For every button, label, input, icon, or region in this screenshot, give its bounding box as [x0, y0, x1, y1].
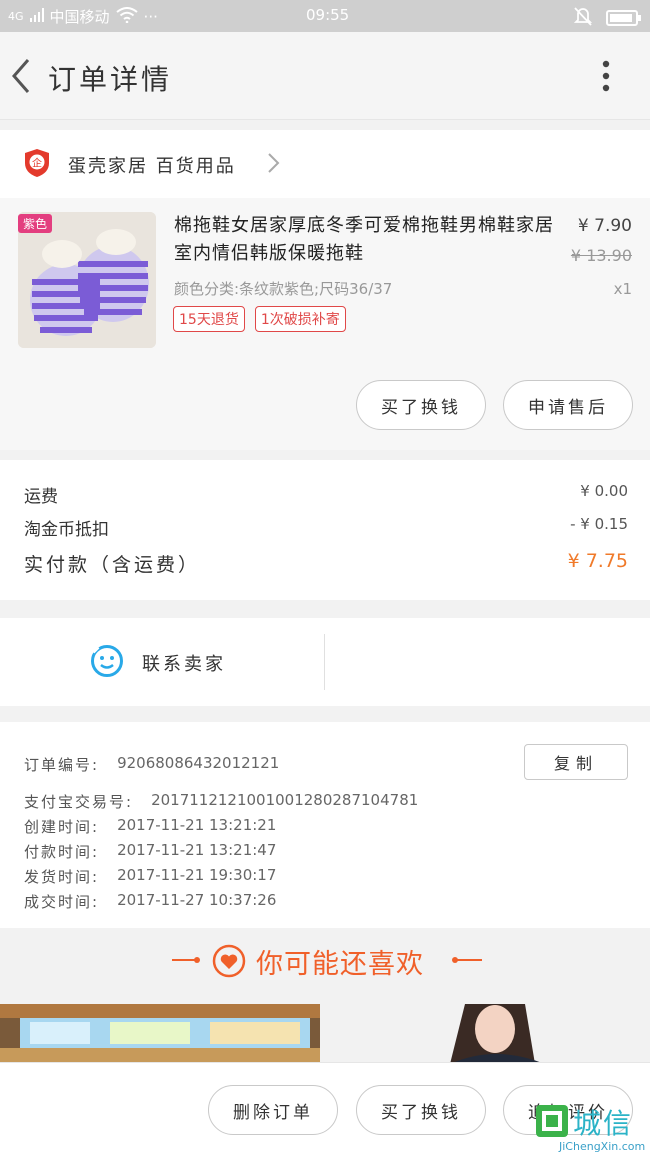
more-vertical-icon[interactable] [596, 56, 616, 96]
buy-again-button[interactable]: 买了换钱 [356, 1085, 486, 1135]
total-value: ¥ 7.75 [567, 550, 628, 572]
battery-icon [606, 10, 641, 26]
info-key: 成交时间: [24, 893, 100, 911]
coin-row: 淘金币抵扣 - ¥ 0.15 [24, 515, 628, 540]
paid-time-row: 付款时间: 2017-11-21 13:21:47 [24, 841, 276, 862]
wifi-icon [115, 6, 138, 27]
divider [456, 959, 482, 961]
mute-bell-icon [573, 6, 593, 30]
page-title: 订单详情 [48, 63, 173, 96]
shop-name: 蛋壳家居 百货用品 [68, 156, 236, 177]
copy-button[interactable]: 复制 [524, 744, 628, 780]
more-notifications-icon: ··· [143, 7, 158, 26]
contact-bar: 联系卖家 [0, 618, 650, 706]
after-sale-button[interactable]: 申请售后 [503, 380, 633, 430]
divider-dot [194, 957, 200, 963]
shipping-value: ¥ 0.00 [580, 482, 628, 500]
product-name[interactable]: 棉拖鞋女居家厚底冬季可爱棉拖鞋男棉鞋家居室内情侣韩版保暖拖鞋 [174, 212, 566, 268]
divider [324, 634, 325, 690]
watermark-text: 城信 [573, 1107, 634, 1140]
recommend-header: 你可能还喜欢 [0, 930, 650, 990]
info-key: 支付宝交易号: [24, 793, 134, 811]
alipay-number-row: 支付宝交易号: 2017112121001001280287104781 [24, 791, 418, 812]
info-key: 付款时间: [24, 843, 100, 861]
watermark-logo-icon [535, 1104, 569, 1142]
completed-time-row: 成交时间: 2017-11-27 10:37:26 [24, 891, 276, 912]
info-value: 2017112121001001280287104781 [151, 791, 419, 809]
order-number-row: 订单编号: 92068086432012121 [24, 754, 279, 775]
watermark: 城信 JiChengXin.com [535, 1100, 650, 1155]
clock: 09:55 [306, 6, 350, 24]
back-arrow-icon[interactable] [8, 56, 34, 96]
coin-label: 淘金币抵扣 [24, 520, 109, 540]
service-tags: 15天退货 1次破损补寄 [173, 306, 346, 332]
service-tag: 15天退货 [173, 306, 245, 332]
info-key: 订单编号: [24, 756, 100, 774]
status-bar: 4G 中国移动 ··· 09:55 [0, 0, 650, 32]
total-label: 实付款（含运费） [24, 554, 201, 576]
contact-seller-icon[interactable] [90, 644, 124, 678]
original-price: ¥ 13.90 [570, 246, 632, 265]
recommend-product-image[interactable] [330, 1004, 650, 1064]
signal-bars-icon [29, 7, 44, 26]
title-bar: 订单详情 [0, 32, 650, 120]
fee-summary: 运费 ¥ 0.00 淘金币抵扣 - ¥ 0.15 实付款（含运费） ¥ 7.75 [0, 460, 650, 600]
carrier-name: 中国移动 [49, 8, 110, 26]
recommend-product-image[interactable] [0, 1004, 320, 1064]
info-key: 发货时间: [24, 868, 100, 886]
created-time-row: 创建时间: 2017-11-21 13:21:21 [24, 816, 276, 837]
recommend-title: 你可能还喜欢 [256, 949, 424, 980]
heart-icon [212, 944, 246, 978]
shop-row[interactable]: 企 蛋壳家居 百货用品 [0, 130, 650, 198]
service-tag: 1次破损补寄 [254, 306, 346, 332]
shipped-time-row: 发货时间: 2017-11-21 19:30:17 [24, 866, 276, 887]
info-value: 2017-11-21 13:21:47 [117, 841, 277, 859]
info-value: 92068086432012121 [117, 754, 280, 772]
contact-seller-button[interactable]: 联系卖家 [142, 650, 226, 676]
coin-value: - ¥ 0.15 [570, 515, 628, 533]
watermark-subtext: JiChengXin.com [559, 1140, 646, 1153]
signal-icon: 4G [8, 10, 24, 23]
order-info: 订单编号: 92068086432012121 复制 支付宝交易号: 20171… [0, 722, 650, 928]
recommend-list [0, 1004, 650, 1064]
enterprise-shield-icon: 企 [24, 148, 50, 178]
delete-order-button[interactable]: 删除订单 [208, 1085, 338, 1135]
shipping-row: 运费 ¥ 0.00 [24, 482, 628, 507]
color-tag: 紫色 [18, 214, 53, 233]
info-value: 2017-11-21 19:30:17 [117, 866, 277, 884]
shipping-label: 运费 [24, 487, 58, 507]
product-quantity: x1 [613, 280, 632, 298]
info-key: 创建时间: [24, 818, 100, 836]
order-item[interactable]: 紫色 棉拖鞋女居家厚底冬季可爱棉拖鞋男棉鞋家居室内情侣韩版保暖拖鞋 ¥ 7.90… [0, 198, 650, 450]
total-row: 实付款（含运费） ¥ 7.75 [24, 550, 628, 577]
info-value: 2017-11-27 10:37:26 [117, 891, 277, 909]
svg-text:企: 企 [32, 157, 42, 170]
info-value: 2017-11-21 13:21:21 [117, 816, 277, 834]
buy-again-button[interactable]: 买了换钱 [356, 380, 486, 430]
chevron-right-icon [266, 152, 280, 174]
product-price: ¥ 7.90 [577, 216, 632, 236]
product-sku: 颜色分类:条纹款紫色;尺码36/37 [174, 280, 393, 298]
